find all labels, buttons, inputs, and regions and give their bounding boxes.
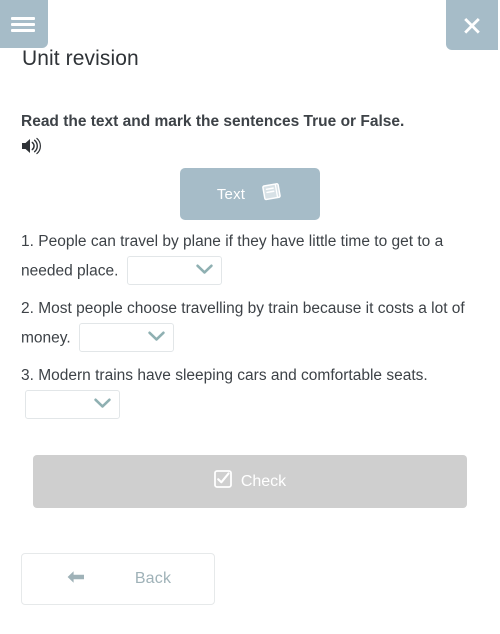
question-item: 2. Most people choose travelling by trai… [21, 295, 483, 354]
question-text: Modern trains have sleeping cars and com… [38, 367, 428, 384]
book-icon [261, 182, 283, 206]
arrow-left-icon [65, 569, 87, 590]
text-button[interactable]: Text [180, 168, 320, 220]
question-number: 1. [21, 233, 34, 250]
text-button-label: Text [216, 185, 246, 203]
answer-dropdown-1[interactable] [126, 256, 222, 285]
question-number: 2. [21, 300, 34, 317]
chevron-down-icon [148, 324, 165, 352]
question-item: 1. People can travel by plane if they ha… [21, 228, 483, 287]
instruction-text: Read the text and mark the sentences Tru… [21, 113, 405, 130]
question-number: 3. [21, 367, 34, 384]
top-bar [0, 0, 500, 50]
chevron-down-icon [196, 257, 213, 285]
answer-dropdown-3[interactable] [25, 390, 120, 419]
answer-dropdown-2[interactable] [79, 323, 174, 352]
speaker-icon [21, 137, 43, 158]
check-button-label: Check [240, 472, 287, 490]
back-button[interactable]: Back [21, 553, 215, 605]
back-button-label: Back [134, 570, 172, 587]
questions-list: 1. People can travel by plane if they ha… [21, 228, 483, 429]
close-button[interactable] [446, 0, 498, 50]
page-title: Unit revision [22, 47, 139, 70]
hamburger-menu-button[interactable] [0, 0, 48, 48]
question-item: 3. Modern trains have sleeping cars and … [21, 362, 483, 421]
question-text: People can travel by plane if they have … [21, 233, 444, 280]
chevron-down-icon [94, 391, 111, 419]
checkbox-checked-icon [213, 470, 232, 493]
check-button[interactable]: Check [33, 455, 467, 508]
hamburger-menu-icon [11, 14, 35, 35]
close-icon [461, 14, 483, 36]
audio-play-button[interactable] [21, 136, 47, 158]
